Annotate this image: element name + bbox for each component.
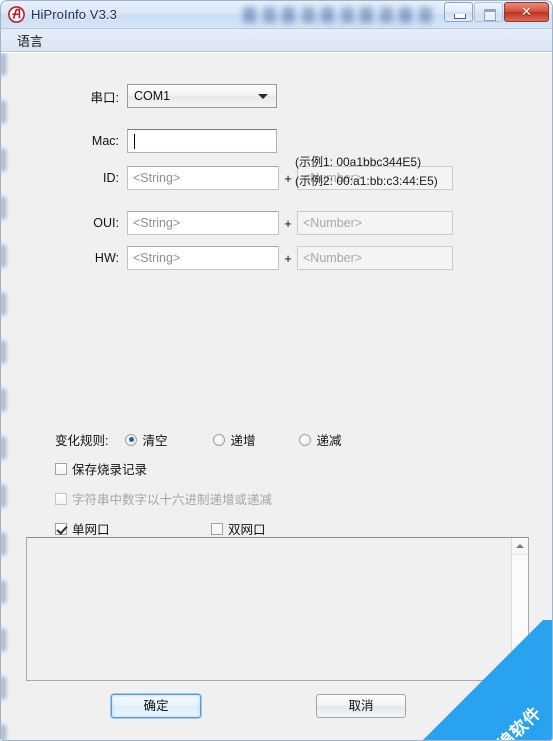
checkbox-hex-increment[interactable]: 字符串中数字以十六进制递增或递减: [55, 489, 272, 508]
hw-number-input[interactable]: <Number>: [297, 246, 453, 270]
checkbox-save-burn-record-label: 保存烧录记录: [72, 463, 148, 477]
radio-clear[interactable]: 清空: [125, 430, 213, 449]
radio-decrement-label: 递减: [316, 434, 342, 448]
checkbox-single-nic[interactable]: 单网口: [55, 519, 211, 538]
hw-string-input[interactable]: <String>: [127, 246, 279, 270]
form-row-hw: HW: <String> + <Number>: [59, 246, 453, 270]
ok-button[interactable]: 确定: [111, 694, 201, 718]
checkbox-save-burn-record-box: [55, 462, 67, 475]
oui-label: OUI:: [93, 216, 119, 230]
corner-watermark-text-wrap: 海绵软件: [461, 699, 546, 741]
mac-hint-1: (示例1: 00a1bbc344E5): [295, 155, 422, 169]
text-caret: [134, 134, 135, 150]
checkbox-row-ports: 单网口 双网口: [55, 519, 266, 538]
id-label: ID:: [103, 171, 119, 185]
checkbox-single-nic-label: 单网口: [72, 523, 110, 537]
form-row-mac: Mac:: [59, 129, 277, 153]
oui-plus-sign: +: [284, 215, 292, 231]
form-row-oui: OUI: <String> + <Number>: [59, 211, 453, 235]
scrollbar-track[interactable]: [512, 555, 528, 680]
oui-string-input[interactable]: <String>: [127, 211, 279, 235]
menu-item-language[interactable]: 语言: [11, 29, 49, 52]
radio-increment-label: 递增: [230, 434, 256, 448]
checkbox-row-save-log: 保存烧录记录: [55, 459, 147, 478]
checkbox-save-burn-record[interactable]: 保存烧录记录: [55, 459, 147, 478]
radio-decrement-dot: [299, 433, 312, 446]
radio-clear-dot: [125, 433, 138, 446]
log-output-text[interactable]: [27, 538, 511, 680]
hw-label: HW:: [94, 251, 119, 265]
form-row-port: 串口: COM1: [59, 84, 277, 108]
checkbox-dual-nic-box: [211, 522, 223, 535]
window-title: HiProInfo V3.3: [31, 7, 117, 22]
window-controls: ✕: [443, 2, 549, 22]
id-string-input[interactable]: <String>: [127, 166, 279, 190]
checkbox-dual-nic[interactable]: 双网口: [211, 519, 266, 538]
radio-increment[interactable]: 递增: [213, 430, 299, 449]
radio-clear-label: 清空: [142, 434, 168, 448]
maximize-button[interactable]: [474, 2, 503, 22]
close-button[interactable]: ✕: [504, 2, 549, 22]
menu-bar: 语言: [1, 29, 552, 52]
client-area: 串口: COM1 Mac: ID: <String> + <Number> OU…: [1, 52, 552, 741]
mac-hint-2: (示例2: 00:a1:bb:c3:44:E5): [295, 174, 438, 188]
mac-input[interactable]: [127, 129, 277, 153]
left-edge-blurred-watermark: [1, 53, 6, 740]
oui-number-input[interactable]: <Number>: [297, 211, 453, 235]
checkbox-dual-nic-label: 双网口: [228, 523, 266, 537]
chevron-down-icon: [258, 94, 268, 99]
change-rule-label: 变化规则:: [55, 434, 109, 448]
log-scrollbar[interactable]: [511, 538, 528, 680]
app-logo-icon: [8, 6, 25, 23]
mac-format-hints: (示例1: 00a1bbc344E5) (示例2: 00:a1:bb:c3:44…: [295, 153, 438, 191]
title-bar: HiProInfo V3.3 ✕: [1, 1, 552, 29]
rules-radio-row: 变化规则: 清空 递增 递减: [55, 430, 342, 449]
checkbox-hex-increment-box: [55, 492, 67, 505]
checkbox-row-hex: 字符串中数字以十六进制递增或递减: [55, 489, 272, 508]
port-select[interactable]: COM1: [127, 84, 277, 108]
checkbox-hex-increment-label: 字符串中数字以十六进制递增或递减: [72, 493, 273, 507]
hw-plus-sign: +: [284, 250, 292, 266]
titlebar-blurred-watermark: [243, 7, 433, 23]
port-label: 串口:: [90, 90, 119, 105]
corner-watermark-text: 海绵软件: [480, 702, 546, 741]
scroll-up-icon[interactable]: [512, 538, 528, 555]
checkbox-single-nic-box: [55, 522, 67, 535]
log-output-box[interactable]: [26, 537, 529, 681]
minimize-button[interactable]: [444, 2, 473, 22]
cancel-button[interactable]: 取消: [316, 694, 406, 718]
port-select-value: COM1: [134, 89, 171, 103]
radio-decrement[interactable]: 递减: [299, 430, 342, 449]
application-window: HiProInfo V3.3 ✕ 语言 串口: COM1 Mac: ID: <S…: [0, 0, 553, 741]
radio-increment-dot: [213, 433, 226, 446]
mac-label: Mac:: [91, 134, 119, 148]
